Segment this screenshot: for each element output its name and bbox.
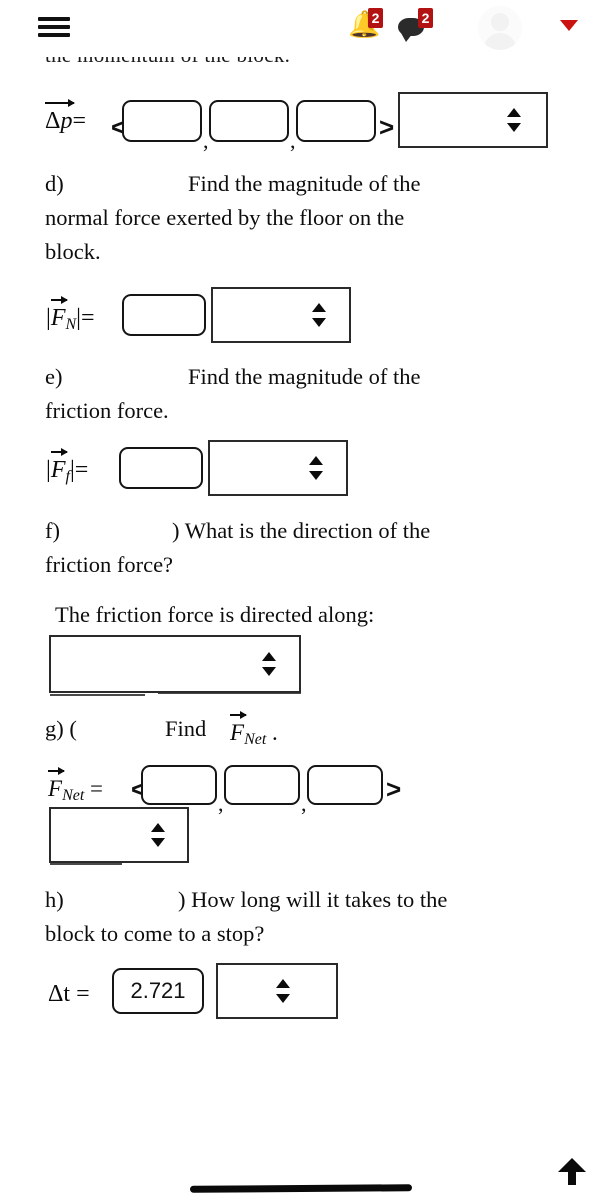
part-f-line1: ) What is the direction of the — [172, 518, 431, 543]
spinner-arrows-icon — [309, 455, 323, 481]
delta-p-comma-1: , — [203, 128, 209, 153]
hamburger-bar — [38, 17, 70, 21]
part-d-line1: Find the magnitude of the — [188, 171, 421, 196]
part-e-line2: friction force. — [45, 398, 169, 423]
part-g-find-text: Find — [165, 716, 212, 741]
vector-arrow-icon — [48, 766, 66, 775]
part-g-letter: g) ( — [45, 716, 77, 741]
delta-p-unit-dropdown[interactable] — [398, 92, 548, 148]
hamburger-menu-icon[interactable] — [38, 14, 70, 40]
f-friction-vector-glyph: F — [50, 447, 69, 484]
f-net-close-bracket: > — [386, 774, 402, 804]
vector-arrow-icon — [50, 447, 69, 456]
avatar-body — [484, 33, 516, 50]
f-normal-vector-glyph: F — [50, 295, 69, 332]
vector-arrow-icon — [230, 710, 248, 719]
part-f-letter: f) — [45, 518, 60, 543]
spinner-arrows-icon — [151, 822, 165, 848]
arrow-up-icon[interactable] — [557, 1156, 587, 1186]
vector-arrow-icon — [45, 98, 76, 107]
delta-p-y-input[interactable] — [209, 100, 289, 142]
delta-p-vector-glyph: Δp — [45, 98, 76, 135]
spinner-arrows-icon — [312, 302, 326, 328]
f-net-equation-label: FNet = — [48, 766, 103, 810]
delta-p-comma-2: , — [290, 128, 296, 153]
spinner-arrows-icon — [262, 651, 276, 677]
arrow-up-shaft — [568, 1168, 576, 1185]
hamburger-bar — [38, 33, 70, 37]
avatar-head — [491, 13, 509, 31]
delta-p-z-input[interactable] — [296, 100, 376, 142]
part-h-line1: ) How long will it takes to the — [178, 887, 448, 912]
f-friction-value-input[interactable] — [119, 447, 203, 489]
account-menu-caret-down-icon[interactable] — [560, 20, 578, 31]
scan-artifact-underline — [158, 692, 301, 694]
f-net-vector-glyph: F — [230, 710, 248, 747]
delta-p-x-input[interactable] — [122, 100, 202, 142]
part-d-letter: d) — [45, 171, 64, 196]
part-h-letter: h) — [45, 887, 64, 912]
hamburger-bar — [38, 25, 70, 29]
scan-artifact-underline — [50, 863, 122, 865]
delta-t-label: Δt = — [48, 981, 90, 1007]
friction-direction-dropdown[interactable] — [49, 635, 301, 693]
app-header: 🔔 2 2 — [0, 0, 603, 57]
part-h-line2: block to come to a stop? — [45, 921, 265, 946]
f-friction-unit-dropdown[interactable] — [208, 440, 348, 496]
spinner-arrows-icon — [276, 978, 290, 1004]
f-normal-label: | FN|= — [46, 295, 95, 339]
part-d-line2: normal force exerted by the floor on the — [45, 205, 405, 230]
part-e-letter: e) — [45, 364, 63, 389]
delta-p-close-bracket: > — [379, 112, 395, 142]
part-e-line1: Find the magnitude of the — [188, 364, 421, 389]
spinner-arrows-icon — [507, 107, 521, 133]
scan-artifact-underline — [50, 694, 145, 696]
messages-badge: 2 — [418, 8, 433, 28]
part-f-prompt: The friction force is directed along: — [55, 602, 375, 627]
f-normal-unit-dropdown[interactable] — [211, 287, 351, 343]
notifications-button[interactable]: 🔔 2 — [348, 8, 394, 46]
delta-p-label: Δp= — [45, 98, 86, 135]
f-net-vector-glyph: F — [48, 766, 66, 803]
home-indicator — [189, 1184, 413, 1193]
part-d-line3: block. — [45, 239, 101, 264]
messages-button[interactable]: 2 — [398, 8, 444, 46]
f-friction-label: | Ff|= — [46, 447, 88, 491]
f-net-y-input[interactable] — [224, 765, 300, 805]
clipped-previous-line: the momentum of the block. — [45, 57, 345, 71]
f-net-comma-2: , — [301, 791, 307, 816]
delta-t-value-input[interactable]: 2.721 — [112, 968, 204, 1014]
scan-artifact-underline — [130, 861, 189, 863]
part-g-f-net-label: FNet . — [230, 710, 278, 754]
notifications-badge: 2 — [368, 8, 383, 28]
f-net-comma-1: , — [218, 791, 224, 816]
part-f-line2: friction force? — [45, 552, 174, 577]
f-net-x-input[interactable] — [141, 765, 217, 805]
user-avatar-icon[interactable] — [478, 6, 522, 50]
f-net-unit-dropdown[interactable] — [49, 807, 189, 863]
vector-arrow-icon — [50, 295, 69, 304]
f-normal-value-input[interactable] — [122, 294, 206, 336]
delta-t-unit-dropdown[interactable] — [216, 963, 338, 1019]
f-net-z-input[interactable] — [307, 765, 383, 805]
